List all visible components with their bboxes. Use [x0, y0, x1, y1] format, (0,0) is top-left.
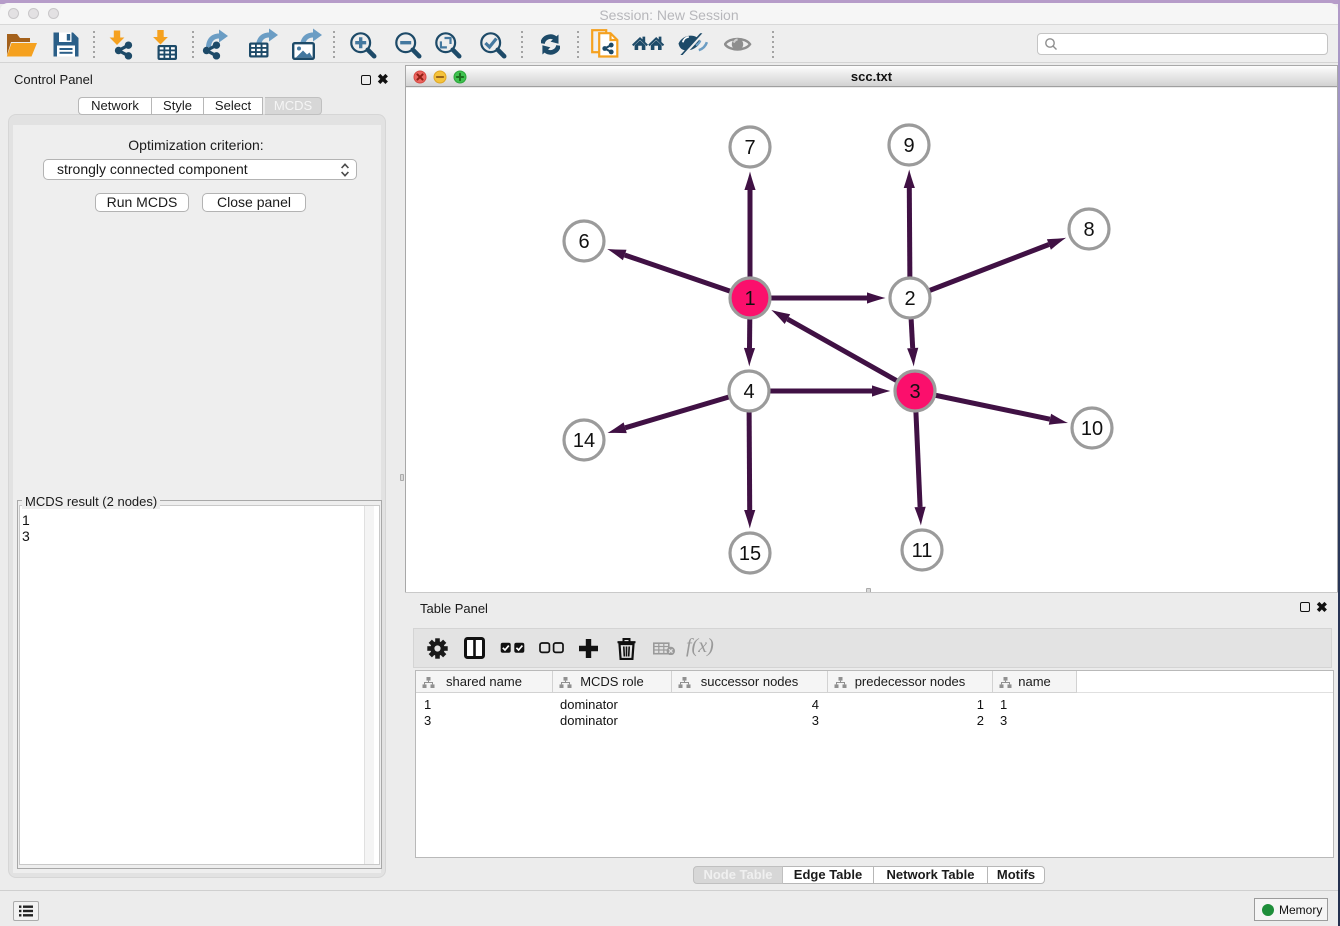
svg-text:4: 4: [743, 381, 754, 403]
svg-text:10: 10: [1081, 418, 1103, 440]
svg-text:2: 2: [904, 288, 915, 310]
svg-text:15: 15: [739, 543, 761, 565]
svg-text:7: 7: [744, 137, 755, 159]
svg-text:11: 11: [912, 540, 933, 562]
svg-text:8: 8: [1083, 219, 1094, 241]
svg-text:6: 6: [578, 231, 589, 253]
svg-text:14: 14: [573, 430, 595, 452]
svg-text:3: 3: [909, 381, 920, 403]
svg-text:1: 1: [744, 288, 755, 310]
svg-text:9: 9: [903, 135, 914, 157]
